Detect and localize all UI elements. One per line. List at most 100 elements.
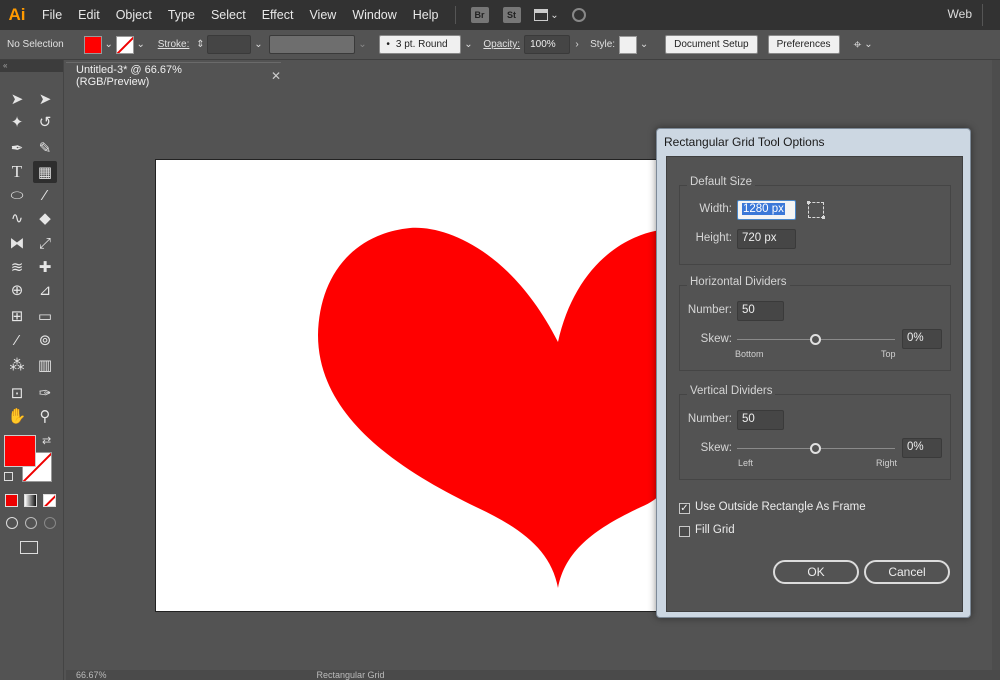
perspective-grid-tool-icon[interactable]: ⊿ (33, 279, 57, 301)
menu-file[interactable]: File (34, 0, 70, 30)
profile-dropdown-icon[interactable]: ⌄ (355, 39, 369, 50)
reference-point-icon[interactable] (807, 201, 825, 219)
swap-fill-stroke-icon[interactable]: ⇄ (42, 434, 51, 447)
eyedropper-tool-icon[interactable]: ⁄ (5, 329, 29, 351)
height-input[interactable]: 720 px (737, 229, 796, 249)
selection-tool-icon[interactable]: ➤ (5, 88, 29, 110)
stroke-dropdown-icon[interactable]: ⌄ (134, 39, 148, 50)
hand-tool-icon[interactable]: ✋ (5, 405, 29, 427)
use-outside-rect-label[interactable]: Use Outside Rectangle As Frame (695, 501, 866, 513)
fill-swatch[interactable] (83, 35, 102, 54)
shape-builder-tool-icon[interactable]: ⊕ (5, 279, 29, 301)
vertical-number-input[interactable]: 50 (737, 410, 784, 430)
horizontal-skew-input[interactable]: 0% (902, 329, 942, 349)
scale-tool-icon[interactable]: ⤢ (33, 232, 57, 254)
chevron-down-icon[interactable]: ⌄ (548, 10, 562, 21)
opacity-label[interactable]: Opacity: (483, 39, 520, 50)
curvature-tool-icon[interactable]: ✎ (33, 137, 57, 159)
gpu-performance-icon[interactable] (571, 8, 586, 22)
horizontal-number-input[interactable]: 50 (737, 301, 784, 321)
rectangular-grid-options-dialog: Rectangular Grid Tool Options Default Si… (656, 128, 971, 618)
direct-selection-tool-icon[interactable]: ➤ (33, 88, 57, 110)
blend-tool-icon[interactable]: ⊚ (33, 329, 57, 351)
fill-grid-checkbox[interactable] (679, 526, 690, 537)
mesh-tool-icon[interactable]: ⊞ (5, 305, 29, 327)
menu-type[interactable]: Type (160, 0, 203, 30)
preferences-button[interactable]: Preferences (767, 35, 840, 54)
column-graph-tool-icon[interactable]: ▥ (33, 354, 57, 376)
cancel-button[interactable]: Cancel (864, 560, 950, 584)
menu-help[interactable]: Help (405, 0, 447, 30)
draw-inside-icon[interactable] (44, 517, 56, 529)
vertical-skew-slider-knob[interactable] (810, 443, 821, 454)
document-tab[interactable]: Untitled-3* @ 66.67% (RGB/Preview) ✕ (66, 62, 281, 88)
gradient-tool-icon[interactable]: ▭ (33, 305, 57, 327)
symbol-sprayer-tool-icon[interactable]: ⁂ (5, 354, 29, 376)
menu-select[interactable]: Select (203, 0, 254, 30)
brush-dropdown-icon[interactable]: ⌄ (461, 39, 475, 50)
shaper-tool-icon[interactable]: ∿ (5, 207, 29, 229)
screen-mode-icon[interactable] (20, 541, 38, 554)
width-input[interactable]: 1280 px (737, 200, 796, 220)
stroke-weight-input[interactable] (207, 35, 252, 54)
artboard-tool-icon[interactable]: ⊡ (5, 382, 29, 404)
heart-path[interactable] (318, 227, 696, 588)
lasso-tool-icon[interactable]: ↺ (33, 111, 57, 133)
stroke-stepper-icon[interactable]: ⇕ (193, 39, 207, 50)
magic-wand-tool-icon[interactable]: ✦ (5, 111, 29, 133)
menu-object[interactable]: Object (108, 0, 160, 30)
eraser-tool-icon[interactable]: ◆ (33, 207, 57, 229)
style-dropdown-icon[interactable]: ⌄ (637, 39, 651, 50)
fill-grid-label[interactable]: Fill Grid (695, 524, 735, 536)
stroke-weight-dropdown-icon[interactable]: ⌄ (251, 39, 265, 50)
reflect-tool-icon[interactable]: ⧓ (5, 232, 29, 254)
menu-edit[interactable]: Edit (70, 0, 108, 30)
fill-color-box[interactable] (4, 435, 36, 467)
graphic-style-swatch[interactable] (619, 35, 638, 54)
slice-tool-icon[interactable]: ✑ (33, 382, 57, 404)
zoom-level[interactable]: 66.67% (76, 670, 107, 680)
stroke-swatch[interactable] (115, 35, 134, 54)
use-outside-rect-checkbox[interactable]: ✓ (679, 503, 690, 514)
type-tool-icon[interactable]: T (5, 161, 29, 183)
menu-effect[interactable]: Effect (254, 0, 302, 30)
heart-shape[interactable] (156, 160, 696, 613)
fill-dropdown-icon[interactable]: ⌄ (102, 39, 116, 50)
draw-normal-icon[interactable] (6, 517, 18, 529)
ok-button[interactable]: OK (773, 560, 859, 584)
pen-tool-icon[interactable]: ✒ (5, 137, 29, 159)
tools-panel-collapse-icon[interactable]: « (0, 60, 63, 72)
width-label: Width: (699, 203, 732, 215)
vertical-skew-input[interactable]: 0% (902, 438, 942, 458)
gradient-mode-icon[interactable] (24, 494, 37, 507)
dialog-body: Default Size Width: 1280 px Height: 720 … (666, 156, 963, 612)
width-tool-icon[interactable]: ≋ (5, 256, 29, 278)
horizontal-skew-slider-knob[interactable] (810, 334, 821, 345)
vertical-number-label: Number: (687, 413, 732, 425)
none-mode-icon[interactable] (43, 494, 56, 507)
rectangular-grid-tool-icon[interactable]: ▦ (33, 161, 57, 183)
more-options-icon[interactable]: ⌄ (861, 39, 875, 50)
document-setup-button[interactable]: Document Setup (665, 35, 758, 54)
arrange-documents-icon[interactable] (533, 9, 548, 21)
draw-behind-icon[interactable] (25, 517, 37, 529)
ellipse-tool-icon[interactable]: ⬭ (5, 184, 29, 206)
opacity-input[interactable]: 100% (524, 35, 571, 54)
brush-definition[interactable]: • 3 pt. Round (379, 35, 462, 54)
paintbrush-tool-icon[interactable]: ⁄ (33, 184, 57, 206)
opacity-arrow-icon[interactable]: › (570, 39, 584, 50)
zoom-tool-icon[interactable]: ⚲ (33, 405, 57, 427)
artboard[interactable] (155, 159, 696, 613)
stock-button[interactable]: St (502, 7, 521, 23)
color-mode-icon[interactable] (5, 494, 18, 507)
workspace-switcher[interactable]: Web (948, 0, 972, 28)
bridge-button[interactable]: Br (470, 7, 489, 23)
menu-window[interactable]: Window (344, 0, 404, 30)
puppet-warp-tool-icon[interactable]: ✚ (33, 256, 57, 278)
close-icon[interactable]: ✕ (271, 69, 281, 83)
default-fill-stroke-icon[interactable] (4, 472, 13, 481)
vertical-skew-label: Skew: (700, 442, 732, 454)
variable-width-profile[interactable] (269, 35, 356, 54)
align-icon[interactable]: ⌖ (854, 36, 862, 53)
menu-view[interactable]: View (301, 0, 344, 30)
